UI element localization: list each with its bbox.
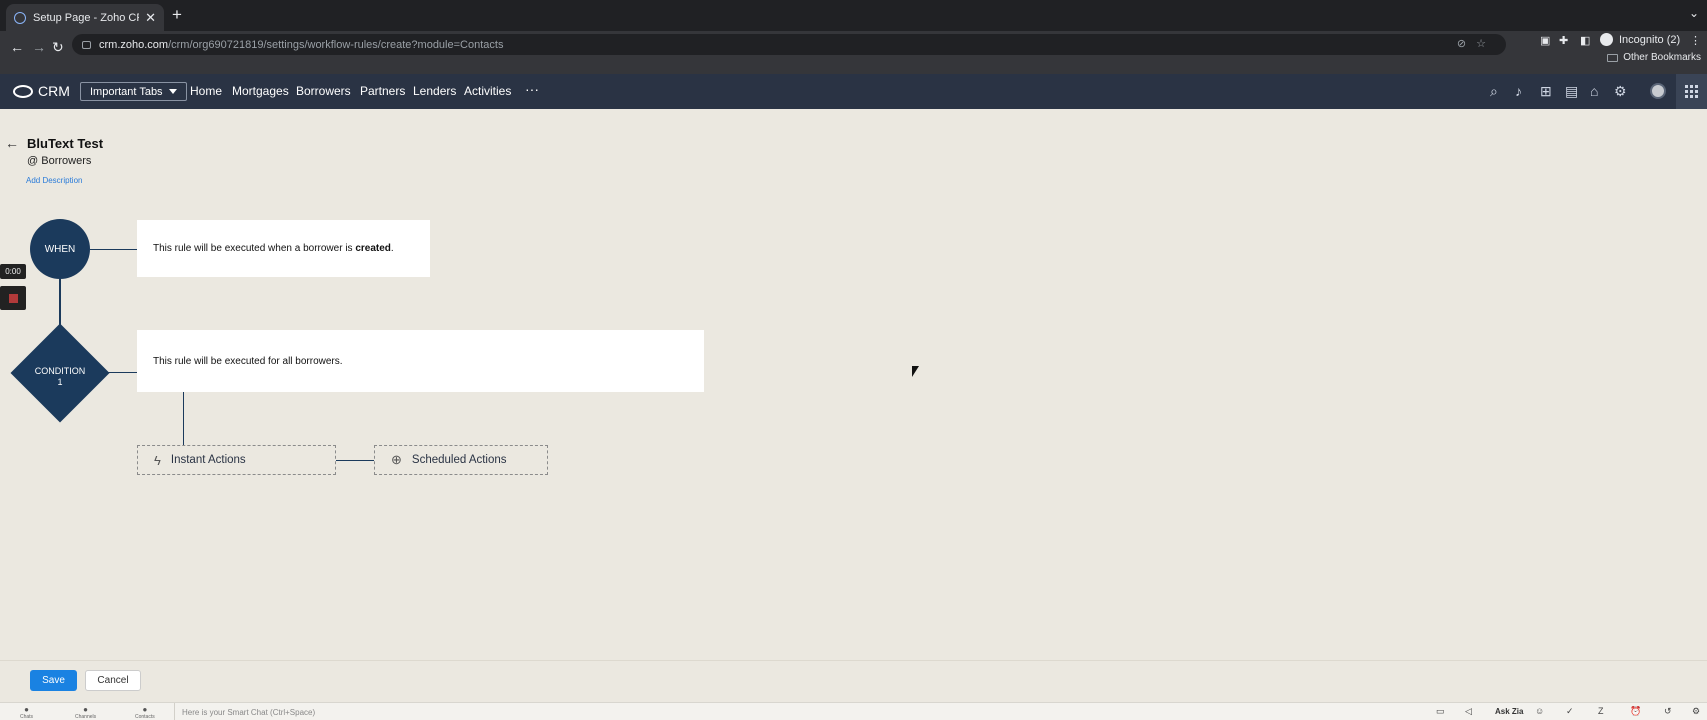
lightning-plus-icon: ϟ <box>154 452 161 468</box>
nav-borrowers[interactable]: Borrowers <box>296 84 351 98</box>
recording-timer: 0:00 <box>0 264 26 279</box>
eye-off-star-icons[interactable]: ⊘☆ <box>1457 37 1496 50</box>
other-bookmarks-label: Other Bookmarks <box>1623 52 1701 63</box>
mouse-cursor-icon <box>912 366 919 377</box>
new-tab-icon[interactable]: + <box>172 6 182 24</box>
scheduled-actions-button[interactable]: ⊕ Scheduled Actions <box>374 445 548 475</box>
at-icon: @ <box>27 155 39 167</box>
reload-icon[interactable]: ↻ <box>52 39 64 56</box>
when-description: This rule will be executed when a borrow… <box>153 243 394 254</box>
url-host: crm.zoho.com <box>99 38 169 51</box>
caret-down-icon <box>168 89 177 94</box>
zoho-logo-icon <box>13 84 33 98</box>
add-description-link[interactable]: Add Description <box>26 176 82 185</box>
connector-line <box>336 460 374 461</box>
app-name: CRM <box>38 83 70 99</box>
condition-card[interactable]: This rule will be executed for all borro… <box>137 330 704 392</box>
important-tabs-label: Important Tabs <box>90 85 163 98</box>
save-button[interactable]: Save <box>30 670 77 691</box>
incognito-icon <box>1600 33 1613 46</box>
extension-icon[interactable]: ▣ <box>1540 34 1550 47</box>
settings-tray-icon[interactable]: ⚙ <box>1692 706 1700 717</box>
channels-icon: ● <box>83 705 88 714</box>
smart-chat-input[interactable]: Here is your Smart Chat (Ctrl+Space) <box>174 703 315 720</box>
scheduled-actions-label: Scheduled Actions <box>411 454 507 466</box>
stop-icon <box>8 293 18 303</box>
back-arrow-icon[interactable]: ← <box>5 135 19 151</box>
connector-line <box>90 249 137 250</box>
forward-arrow-icon[interactable]: → <box>32 39 46 55</box>
contacts-label: Contacts <box>135 714 155 720</box>
folder-icon <box>1607 53 1619 62</box>
clock-plus-icon: ⊕ <box>391 452 402 467</box>
avatar[interactable] <box>1650 83 1666 99</box>
connector-line <box>183 392 184 446</box>
history-icon[interactable]: ↺ <box>1664 706 1672 717</box>
back-arrow-icon[interactable]: ← <box>10 39 24 55</box>
instant-actions-label: Instant Actions <box>170 454 246 466</box>
nav-partners[interactable]: Partners <box>360 84 405 98</box>
url-path: /crm/org690721819/settings/workflow-rule… <box>168 38 504 51</box>
nav-home[interactable]: Home <box>190 84 222 98</box>
other-bookmarks[interactable]: Other Bookmarks <box>1607 52 1701 63</box>
address-bar[interactable]: crm.zoho.com/crm/org690721819/settings/w… <box>72 34 1506 55</box>
browser-menu-icon[interactable]: ⋮ <box>1690 34 1701 47</box>
announcement-icon[interactable]: ◁ <box>1465 706 1472 717</box>
footer-bar <box>0 660 1707 700</box>
smart-chat-bar: ● Chats ● Channels ● Contacts Here is yo… <box>0 702 1707 720</box>
profile-button[interactable]: Incognito (2) <box>1600 33 1680 46</box>
important-tabs-dropdown[interactable]: Important Tabs <box>80 82 187 101</box>
desktop-icon[interactable]: ▭ <box>1436 706 1445 717</box>
apps-grid-icon[interactable] <box>1676 74 1707 109</box>
marketplace-icon[interactable]: ⌂ <box>1590 83 1598 99</box>
channels-tab[interactable]: ● Channels <box>75 705 96 720</box>
instant-actions-button[interactable]: ϟ Instant Actions <box>137 445 336 475</box>
channels-label: Channels <box>75 714 97 720</box>
stop-recording-button[interactable] <box>0 286 26 310</box>
ask-zia-button[interactable]: Ask Zia <box>1495 707 1523 716</box>
browser-tab[interactable]: Setup Page - Zoho CRM ✕ <box>6 4 164 31</box>
more-modules-icon[interactable]: ··· <box>525 81 539 97</box>
calendar-icon[interactable]: ▤ <box>1565 83 1578 100</box>
tasks-icon[interactable]: ✓ <box>1566 706 1574 717</box>
gear-icon[interactable]: ⚙ <box>1614 83 1627 100</box>
tab-title: Setup Page - Zoho CRM <box>33 11 139 24</box>
tab-search-chevron-icon[interactable]: ⌄ <box>1689 6 1699 20</box>
when-card[interactable]: This rule will be executed when a borrow… <box>137 220 430 277</box>
cancel-button[interactable]: Cancel <box>85 670 141 691</box>
nav-mortgages[interactable]: Mortgages <box>232 84 289 98</box>
feedback-icon[interactable]: ☺ <box>1535 706 1544 716</box>
rule-name: BluText Test <box>27 136 104 151</box>
profile-label: Incognito (2) <box>1619 33 1681 46</box>
browser-tab-strip: Setup Page - Zoho CRM ✕ + ⌄ <box>0 0 1707 31</box>
chat-icon: ● <box>24 705 29 714</box>
chats-tab[interactable]: ● Chats <box>20 705 33 720</box>
condition-description: This rule will be executed for all borro… <box>153 355 343 367</box>
side-panel-icon[interactable]: ◧ <box>1580 34 1590 47</box>
rule-module: @ Borrowers <box>27 155 91 167</box>
alarm-icon[interactable]: ⏰ <box>1630 706 1641 717</box>
contacts-icon: ● <box>142 705 148 714</box>
module-name: Borrowers <box>41 155 92 167</box>
puzzle-extensions-icon[interactable]: ✚ <box>1559 34 1568 47</box>
close-tab-icon[interactable]: ✕ <box>145 10 156 26</box>
search-icon[interactable]: ⌕ <box>1490 83 1498 100</box>
browser-toolbar: ← → ↻ crm.zoho.com/crm/org690721819/sett… <box>0 31 1707 79</box>
zia-icon[interactable]: Z <box>1598 706 1604 716</box>
create-icon[interactable]: ⊞ <box>1540 83 1552 100</box>
crm-logo[interactable]: CRM <box>13 83 70 99</box>
contacts-tab[interactable]: ● Contacts <box>135 705 155 720</box>
when-node[interactable]: WHEN <box>30 219 90 279</box>
condition-label: CONDITION 1 <box>34 366 86 387</box>
zoho-favicon-icon <box>14 11 26 24</box>
bell-icon[interactable]: ♪ <box>1515 83 1522 99</box>
chats-label: Chats <box>20 714 34 720</box>
lock-icon <box>82 40 91 49</box>
crm-top-nav: CRM Important Tabs Home Mortgages Borrow… <box>0 74 1707 109</box>
nav-activities[interactable]: Activities <box>464 84 511 98</box>
nav-lenders[interactable]: Lenders <box>413 84 456 98</box>
